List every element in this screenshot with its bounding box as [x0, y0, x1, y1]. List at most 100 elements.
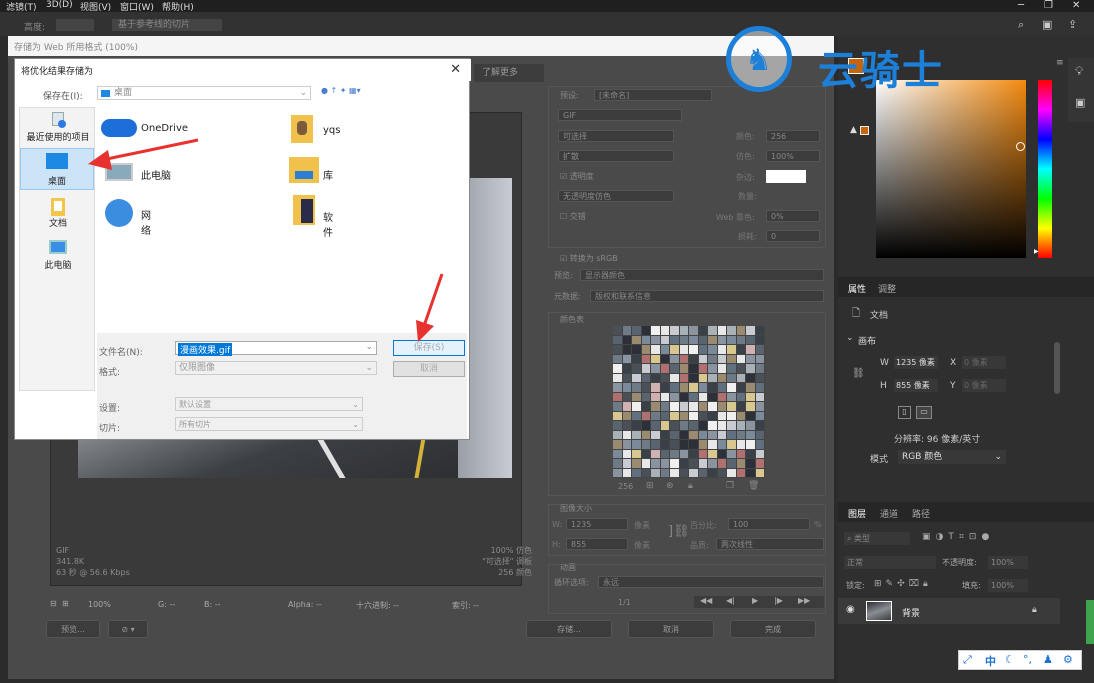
transparency-checkbox[interactable]: ☑ 透明度	[560, 171, 594, 182]
palette-swatch[interactable]	[727, 383, 736, 392]
lock-icons[interactable]: ⊞✎✣⌧🔒︎	[874, 579, 932, 589]
palette-swatch[interactable]	[708, 345, 717, 354]
prev-frame-icon[interactable]: ◀|	[726, 596, 735, 605]
palette-swatch[interactable]	[717, 468, 726, 477]
fill-input[interactable]: 100%	[988, 579, 1028, 592]
zoom-select[interactable]: 100%	[88, 600, 111, 609]
palette-swatch[interactable]	[717, 459, 726, 468]
tab-layers[interactable]: 图层	[848, 507, 866, 520]
palette-swatch[interactable]	[736, 345, 745, 354]
dialog-close-icon[interactable]: ✕	[450, 62, 461, 77]
palette-swatch[interactable]	[679, 440, 688, 449]
filename-input[interactable]: 漫画效果.gif ⌄	[175, 341, 377, 356]
palette-swatch[interactable]	[670, 402, 679, 411]
palette-swatch[interactable]	[708, 421, 717, 430]
palette-swatch[interactable]	[746, 345, 755, 354]
palette-swatch[interactable]	[651, 354, 660, 363]
palette-swatch[interactable]	[736, 373, 745, 382]
palette-swatch[interactable]	[736, 468, 745, 477]
dither-amount[interactable]: 100%	[766, 150, 820, 162]
palette-swatch[interactable]	[727, 335, 736, 344]
canvas-y-input[interactable]: 0 像素	[962, 379, 1006, 392]
web-shift-icon[interactable]: ⊛	[666, 481, 674, 491]
palette-swatch[interactable]	[670, 449, 679, 458]
play-icon[interactable]: ▶	[752, 596, 758, 605]
palette-swatch[interactable]	[641, 354, 650, 363]
format-select[interactable]: 仅限图像 ⌄	[175, 361, 377, 375]
sfw-save-button[interactable]: 存储...	[526, 620, 612, 638]
palette-swatch[interactable]	[632, 468, 641, 477]
w-input[interactable]: 1235	[566, 518, 628, 530]
palette-swatch[interactable]	[632, 411, 641, 420]
palette-swatch[interactable]	[632, 373, 641, 382]
lightbulb-icon[interactable]: 💡︎	[1075, 64, 1083, 79]
palette-swatch[interactable]	[698, 392, 707, 401]
palette-swatch[interactable]	[651, 411, 660, 420]
palette-swatch[interactable]	[698, 354, 707, 363]
palette-swatch[interactable]	[698, 459, 707, 468]
palette-swatch[interactable]	[651, 326, 660, 335]
tab-properties[interactable]: 属性	[848, 282, 866, 295]
hue-slider[interactable]	[1038, 80, 1052, 258]
palette-swatch[interactable]	[679, 326, 688, 335]
palette-swatch[interactable]	[641, 373, 650, 382]
palette-swatch[interactable]	[632, 383, 641, 392]
layer-row-background[interactable]: ◉ 背景 🔒︎	[838, 598, 1060, 624]
palette-swatch[interactable]	[641, 459, 650, 468]
preset-select[interactable]: [未命名]	[594, 89, 712, 101]
palette-swatch[interactable]	[622, 449, 631, 458]
palette-swatch[interactable]	[755, 373, 764, 382]
lock-color-icon[interactable]: 🔒︎	[688, 481, 693, 491]
palette-swatch[interactable]	[641, 440, 650, 449]
palette-swatch[interactable]	[632, 440, 641, 449]
palette-swatch[interactable]	[689, 402, 698, 411]
palette-swatch[interactable]	[698, 440, 707, 449]
palette-swatch[interactable]	[632, 392, 641, 401]
palette-swatch[interactable]	[746, 402, 755, 411]
palette-swatch[interactable]	[651, 449, 660, 458]
palette-swatch[interactable]	[746, 364, 755, 373]
palette-swatch[interactable]	[708, 459, 717, 468]
palette-swatch[interactable]	[622, 430, 631, 439]
warning-icon[interactable]: ▲	[850, 125, 857, 135]
slices-select[interactable]: 所有切片 ⌄	[175, 417, 363, 431]
palette-swatch[interactable]	[736, 383, 745, 392]
palette-swatch[interactable]	[689, 364, 698, 373]
preview-button[interactable]: 预览...	[46, 620, 100, 638]
palette-swatch[interactable]	[717, 373, 726, 382]
palette-swatch[interactable]	[727, 345, 736, 354]
palette-swatch[interactable]	[641, 326, 650, 335]
palette-swatch[interactable]	[698, 326, 707, 335]
palette-swatch[interactable]	[622, 335, 631, 344]
settings-select[interactable]: 默认设置 ⌄	[175, 397, 363, 411]
palette-swatch[interactable]	[651, 440, 660, 449]
palette-swatch[interactable]	[613, 345, 622, 354]
tab-adjustments[interactable]: 调整	[878, 282, 896, 295]
palette-swatch[interactable]	[613, 364, 622, 373]
next-frame-icon[interactable]: |▶	[774, 596, 783, 605]
palette-swatch[interactable]	[632, 430, 641, 439]
palette-swatch[interactable]	[622, 402, 631, 411]
mode-select[interactable]: RGB 颜色 ⌄	[898, 450, 1006, 464]
palette-swatch[interactable]	[660, 392, 669, 401]
palette-swatch[interactable]	[679, 459, 688, 468]
quality-select[interactable]: 两次线性	[716, 538, 824, 550]
palette-swatch[interactable]	[746, 383, 755, 392]
palette-swatch[interactable]	[632, 335, 641, 344]
delete-color-icon[interactable]: 🗑︎	[748, 481, 759, 491]
palette-swatch[interactable]	[708, 402, 717, 411]
portrait-icon[interactable]: ▯	[898, 406, 911, 419]
color-table-grid[interactable]	[613, 326, 765, 478]
gear-icon[interactable]: ⚙	[1063, 653, 1073, 666]
palette-swatch[interactable]	[622, 411, 631, 420]
ime-mode[interactable]: 中	[985, 653, 996, 669]
palette-swatch[interactable]	[613, 459, 622, 468]
palette-swatch[interactable]	[660, 335, 669, 344]
height-input[interactable]	[56, 19, 94, 31]
palette-swatch[interactable]	[613, 392, 622, 401]
palette-swatch[interactable]	[755, 411, 764, 420]
dither-select[interactable]: 扩散	[558, 150, 674, 162]
palette-swatch[interactable]	[622, 383, 631, 392]
palette-swatch[interactable]	[632, 402, 641, 411]
palette-swatch[interactable]	[708, 383, 717, 392]
